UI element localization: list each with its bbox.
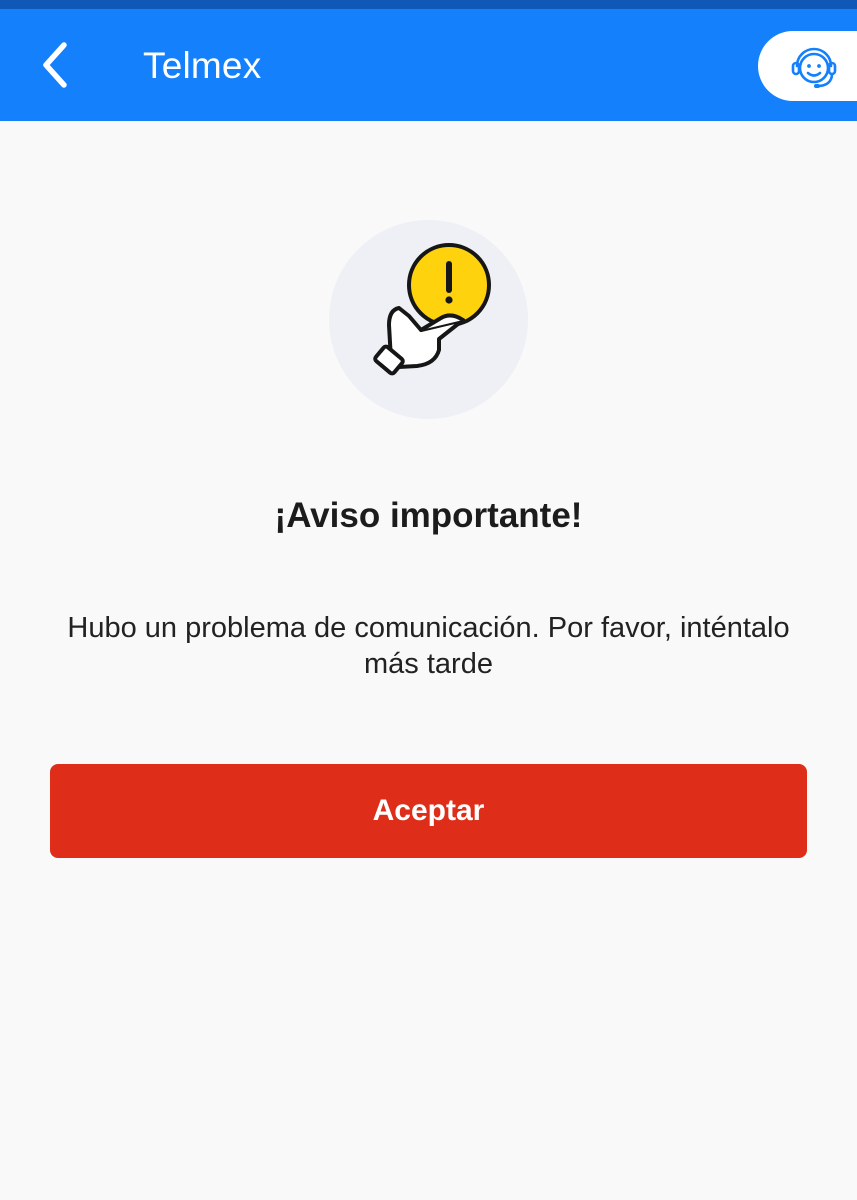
accept-button[interactable]: Aceptar bbox=[50, 764, 807, 858]
app-title: Telmex bbox=[143, 45, 262, 86]
chevron-left-icon bbox=[43, 42, 67, 88]
support-agent-icon bbox=[791, 47, 837, 88]
status-bar bbox=[0, 0, 857, 9]
hand-pressing-warning-icon bbox=[373, 243, 491, 376]
warning-illustration bbox=[329, 220, 528, 419]
dialog-title: ¡Aviso importante! bbox=[274, 496, 583, 535]
back-button[interactable] bbox=[28, 37, 84, 93]
support-button[interactable] bbox=[758, 31, 857, 101]
app-bar: Telmex bbox=[0, 9, 857, 121]
dialog-message: Hubo un problema de comunicación. Por fa… bbox=[67, 612, 790, 680]
